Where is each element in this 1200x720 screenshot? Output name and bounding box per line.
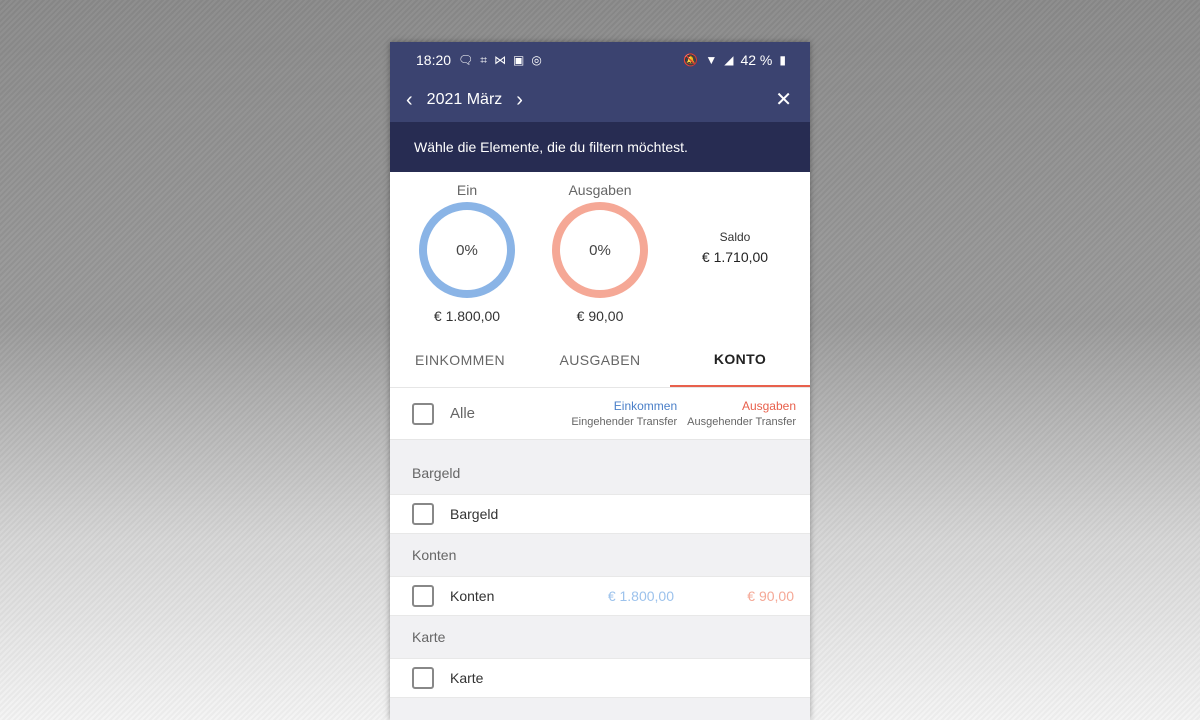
app-bar: ‹ 2021 März › ✕ — [390, 78, 810, 122]
income-label: Ein — [456, 182, 478, 198]
legend-expense-sub: Ausgehender Transfer — [687, 416, 796, 428]
account-row-bargeld[interactable]: Bargeld — [390, 494, 810, 534]
tab-einkommen[interactable]: EINKOMMEN — [390, 332, 530, 387]
account-name: Bargeld — [450, 506, 499, 522]
legend-expense-title: Ausgaben — [741, 399, 796, 413]
slack-icon: ⌗ — [480, 53, 488, 67]
signal-icon: ◢ — [724, 53, 734, 67]
tab-bar: EINKOMMEN AUSGABEN KONTO — [390, 332, 810, 388]
account-checkbox-karte[interactable] — [412, 667, 434, 689]
group-header-label: Bargeld — [412, 465, 461, 481]
filter-banner: Wähle die Elemente, die du filtern möcht… — [390, 122, 810, 172]
account-checkbox-bargeld[interactable] — [412, 503, 434, 525]
legend-expense: Ausgaben Ausgehender Transfer — [687, 399, 796, 428]
bell-off-icon: 🔕 — [683, 53, 699, 67]
saldo-label: Saldo — [719, 230, 751, 244]
account-row-konten[interactable]: Konten € 1.800,00 € 90,00 — [390, 576, 810, 616]
battery-percent: 42 % — [740, 52, 773, 68]
account-name: Karte — [450, 670, 484, 686]
group-header-konten: Konten — [390, 534, 810, 576]
legend-income-title: Einkommen — [613, 399, 678, 413]
wifi-icon: ▼ — [705, 53, 718, 67]
chevron-right-icon[interactable]: › — [516, 90, 523, 110]
summary-panel: Ein 0% € 1.800,00 Ausgaben 0% € 90,00 Sa… — [390, 172, 810, 332]
month-navigator: ‹ 2021 März › — [406, 90, 523, 110]
select-all-row: Alle Einkommen Eingehender Transfer Ausg… — [390, 388, 810, 440]
gmail-icon: ⋈ — [494, 53, 507, 67]
filter-banner-text: Wähle die Elemente, die du filtern möcht… — [414, 139, 688, 155]
group-header-label: Karte — [412, 629, 446, 645]
income-amount: € 1.800,00 — [433, 308, 501, 324]
select-all-checkbox[interactable] — [412, 402, 434, 425]
chevron-left-icon[interactable]: ‹ — [406, 90, 413, 110]
income-percent: 0% — [456, 241, 478, 259]
battery-icon: ▮ — [779, 53, 786, 67]
group-header-bargeld: Bargeld — [390, 452, 810, 494]
tab-konto[interactable]: KONTO — [670, 332, 810, 387]
group-header-label: Konten — [412, 547, 457, 563]
legend-income: Einkommen Eingehender Transfer — [571, 399, 677, 428]
account-income: € 1.800,00 — [607, 588, 674, 604]
expense-label: Ausgaben — [568, 182, 632, 198]
instagram-icon: ◎ — [531, 53, 542, 67]
saldo-summary: Saldo € 1.710,00 — [680, 230, 790, 265]
expense-summary: Ausgaben 0% € 90,00 — [540, 182, 660, 324]
expense-percent: 0% — [589, 241, 611, 259]
group-header-karte: Karte — [390, 616, 810, 658]
expense-ring: 0% — [552, 202, 648, 298]
phone-screen: 18:20 🗨 ⌗ ⋈ ▣ ◎ 🔕 ▼ ◢ 42 % ▮ ‹ 2021 März… — [390, 42, 810, 720]
status-left: 18:20 🗨 ⌗ ⋈ ▣ ◎ — [416, 52, 542, 68]
legend-income-sub: Eingehender Transfer — [571, 416, 678, 428]
close-icon[interactable]: ✕ — [775, 90, 792, 110]
status-bar: 18:20 🗨 ⌗ ⋈ ▣ ◎ 🔕 ▼ ◢ 42 % ▮ — [390, 42, 810, 78]
saldo-value: € 1.710,00 — [701, 249, 769, 265]
account-row-karte[interactable]: Karte — [390, 658, 810, 698]
account-name: Konten — [450, 588, 495, 604]
tab-ausgaben[interactable]: AUSGABEN — [530, 332, 670, 387]
account-checkbox-konten[interactable] — [412, 585, 434, 607]
month-label: 2021 März — [426, 91, 503, 108]
income-summary: Ein 0% € 1.800,00 — [407, 182, 527, 324]
tvp-icon: ▣ — [513, 53, 525, 67]
account-expense: € 90,00 — [747, 588, 794, 604]
expense-amount: € 90,00 — [576, 308, 624, 324]
status-right: 🔕 ▼ ◢ 42 % ▮ — [683, 52, 786, 68]
status-time: 18:20 — [416, 52, 452, 68]
select-all-label: Alle — [450, 405, 476, 422]
messenger-icon: 🗨 — [458, 53, 474, 67]
legend: Einkommen Eingehender Transfer Ausgaben … — [571, 399, 796, 428]
income-ring: 0% — [419, 202, 515, 298]
